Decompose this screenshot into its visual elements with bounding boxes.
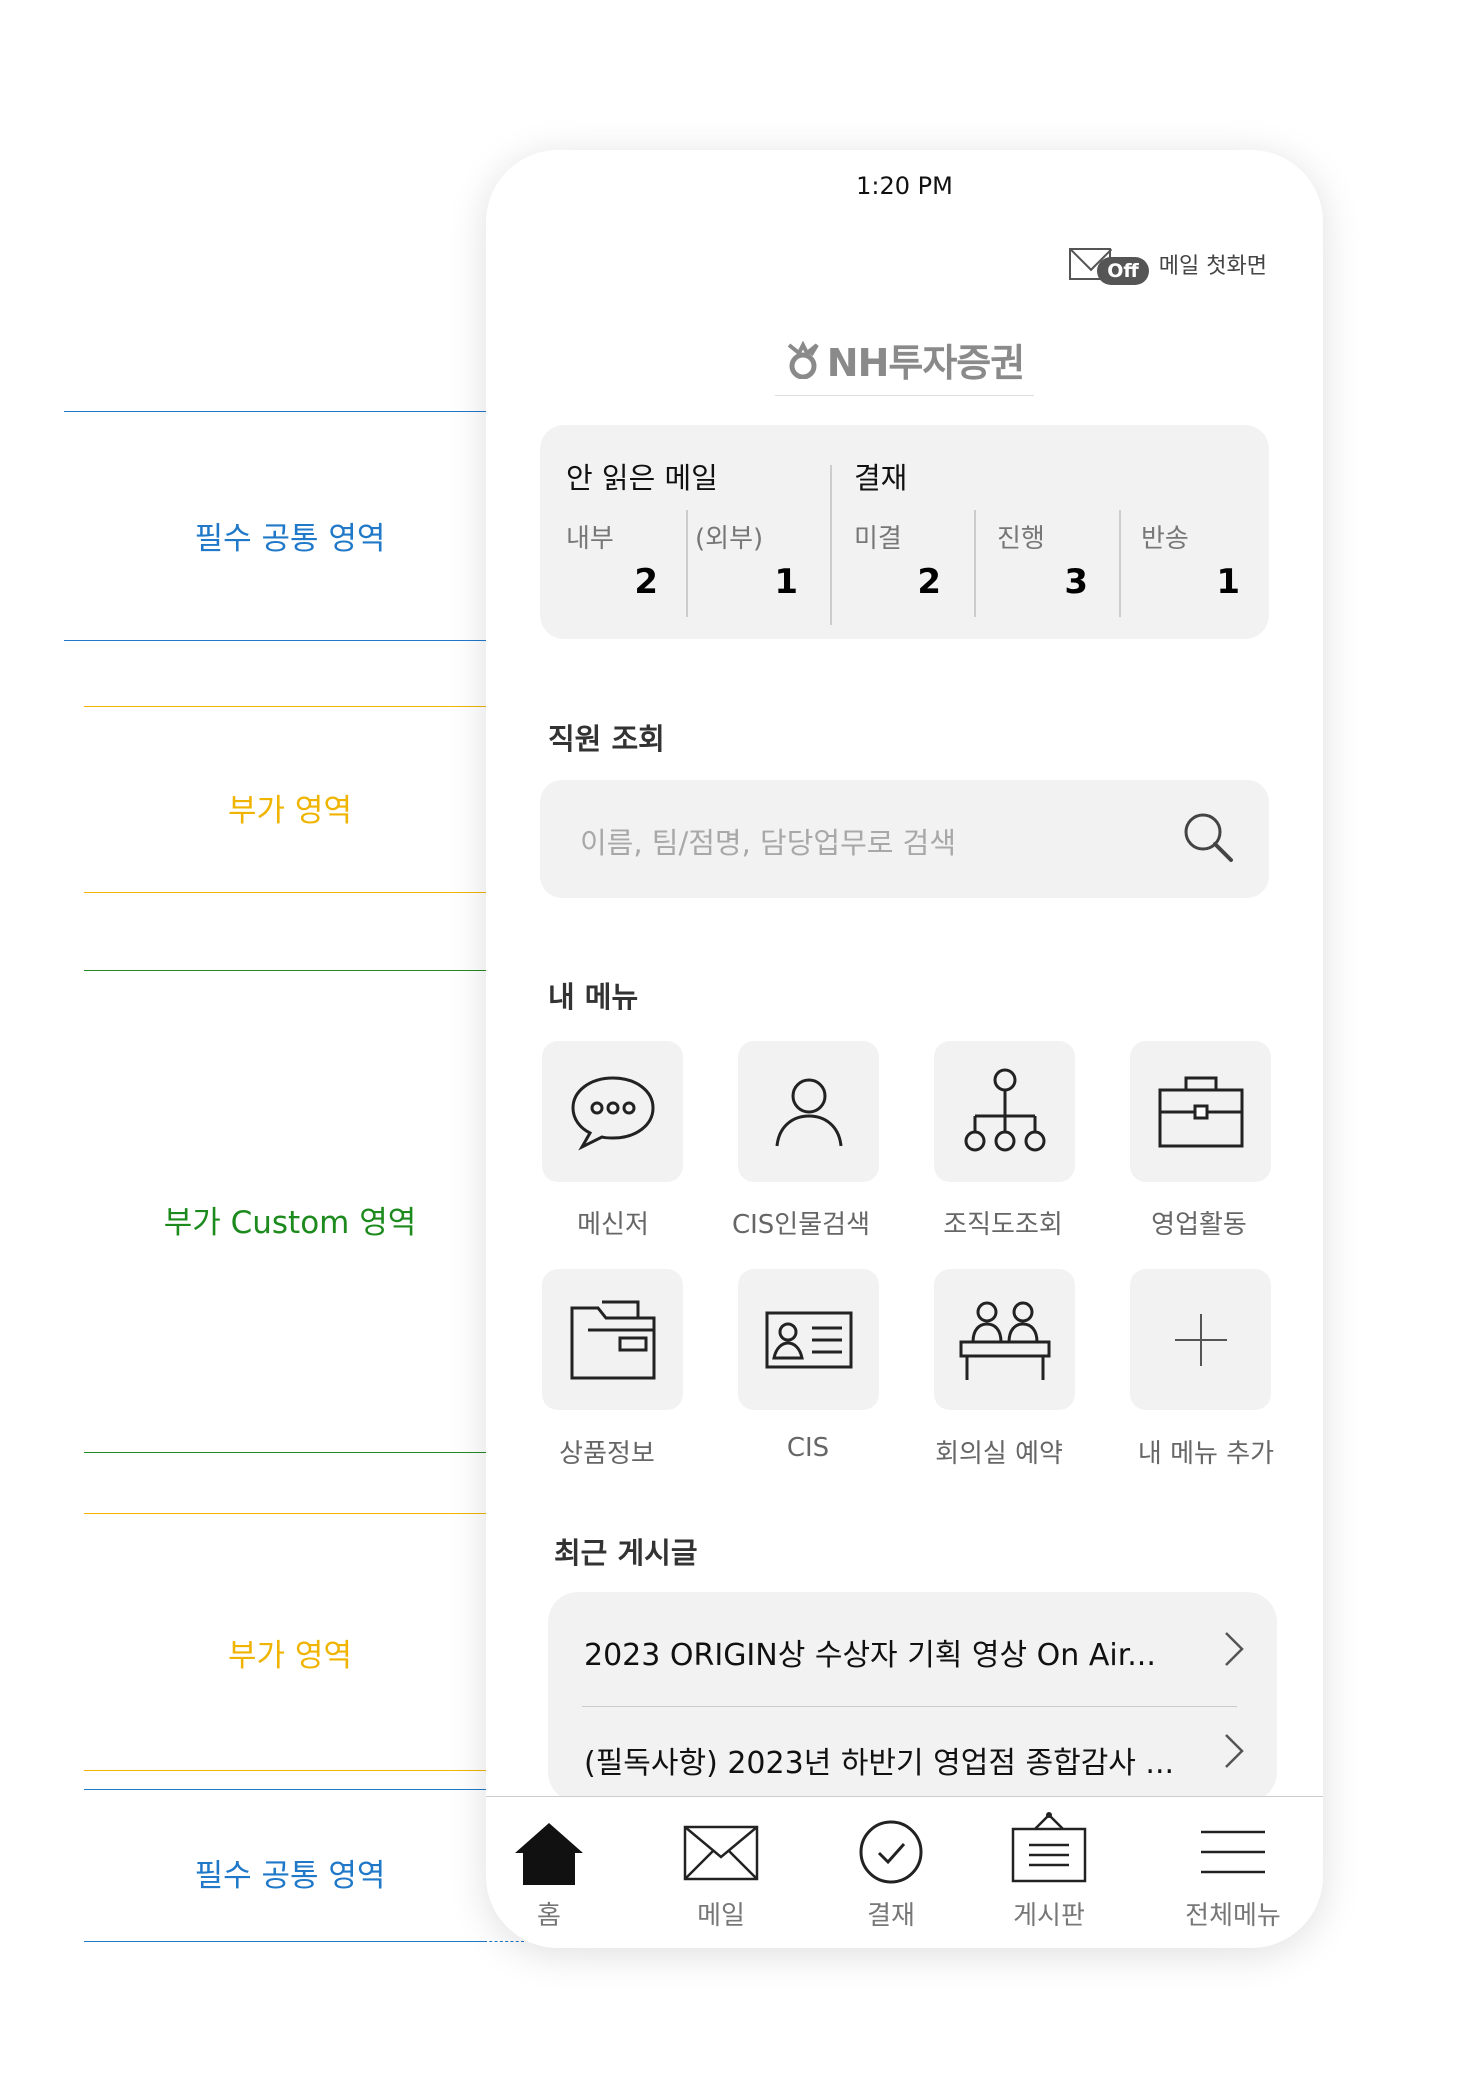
menu-messenger[interactable]	[542, 1041, 683, 1182]
mail-icon	[683, 1825, 759, 1881]
divider	[1119, 510, 1121, 617]
returned-label: 반송	[1141, 524, 1189, 554]
in-progress-count: 3	[1064, 562, 1088, 602]
tab-mail-label: 메일	[697, 1901, 745, 1931]
annotation-additional-custom: 부가 Custom 영역	[163, 1205, 417, 1241]
guide-line-required-bottom-end	[84, 1940, 524, 1942]
tab-board[interactable]: 게시판	[974, 1797, 1124, 1948]
guide-line-additional-posts-start	[84, 1512, 524, 1514]
tab-mail[interactable]: 메일	[646, 1797, 796, 1948]
menu-org-chart-label: 조직도조회	[943, 1210, 1063, 1240]
post-title: 2023 ORIGIN상 수상자 기획 영상 On Air...	[584, 1638, 1156, 1673]
menu-product-info[interactable]	[542, 1269, 683, 1410]
external-label: (외부)	[695, 524, 764, 554]
post-divider	[582, 1706, 1237, 1707]
employee-search-title: 직원 조회	[548, 722, 665, 756]
meeting-room-icon	[959, 1301, 1050, 1380]
guide-line-additional-search-start	[84, 705, 524, 707]
divider	[686, 510, 688, 617]
returned-count: 1	[1216, 562, 1240, 602]
summary-card: 안 읽은 메일 결재 내부 2 (외부) 1 미결 2 진행 3 반송 1	[540, 425, 1269, 639]
briefcase-icon	[1158, 1076, 1243, 1147]
bottom-tab-bar: 홈 메일 결재 게시판 전체메뉴	[486, 1796, 1323, 1948]
pending-label: 미결	[854, 524, 902, 554]
menu-sales-activity[interactable]	[1130, 1041, 1271, 1182]
recent-posts-title: 최근 게시글	[554, 1536, 698, 1570]
folder-icon	[570, 1300, 655, 1379]
menu-cis-person-search[interactable]	[738, 1041, 879, 1182]
search-icon[interactable]	[1181, 810, 1237, 866]
guide-line-required-top-start	[64, 410, 524, 412]
mail-first-screen-label: 메일 첫화면	[1158, 254, 1267, 279]
external-count: 1	[774, 562, 798, 602]
internal-label: 내부	[566, 524, 614, 554]
my-menu-title: 내 메뉴	[548, 980, 639, 1014]
guide-line-custom-end	[84, 1451, 524, 1453]
annotation-additional-posts: 부가 영역	[228, 1638, 352, 1674]
company-logo: NH투자증권	[486, 332, 1323, 396]
home-icon	[515, 1823, 583, 1885]
tab-board-label: 게시판	[1013, 1901, 1085, 1931]
chevron-right-icon	[1225, 1632, 1244, 1666]
menu-meeting-room-reservation[interactable]	[934, 1269, 1075, 1410]
nh-logo-icon	[787, 340, 819, 379]
tab-home[interactable]: 홈	[486, 1797, 624, 1948]
plus-icon	[1174, 1313, 1227, 1366]
approval-title: 결재	[854, 461, 908, 495]
unread-mail-title: 안 읽은 메일	[566, 461, 718, 495]
menu-sales-activity-label: 영업활동	[1151, 1210, 1247, 1240]
approval-check-icon	[859, 1820, 923, 1884]
annotation-required-common-top: 필수 공통 영역	[194, 521, 386, 557]
menu-cis-person-search-label: CIS인물검색	[731, 1210, 870, 1240]
board-icon	[1011, 1812, 1087, 1883]
chevron-right-icon	[1225, 1734, 1244, 1768]
pending-count: 2	[917, 562, 941, 602]
menu-product-info-label: 상품정보	[559, 1439, 655, 1469]
internal-count: 2	[634, 562, 658, 602]
menu-add-my-menu-label: 내 메뉴 추가	[1137, 1439, 1275, 1469]
divider	[974, 510, 976, 617]
annotation-additional-search: 부가 영역	[228, 793, 352, 829]
post-title: (필독사항) 2023년 하반기 영업점 종합감사 ...	[584, 1746, 1175, 1781]
phone-frame: 1:20 PM Off 메일 첫화면 NH투자증권 안 읽은 메일 결재 내부 …	[486, 150, 1323, 1948]
hamburger-menu-icon	[1201, 1830, 1265, 1874]
tab-all-menu[interactable]: 전체메뉴	[1158, 1797, 1308, 1948]
recent-posts-list: 2023 ORIGIN상 수상자 기획 영상 On Air... (필독사항) …	[548, 1592, 1277, 1802]
menu-messenger-label: 메신저	[577, 1210, 649, 1240]
divider	[830, 465, 832, 625]
search-placeholder: 이름, 팀/점명, 담당업무로 검색	[580, 826, 957, 860]
menu-org-chart[interactable]	[934, 1041, 1075, 1182]
annotation-required-common-bottom: 필수 공통 영역	[194, 1858, 386, 1894]
menu-cis[interactable]	[738, 1269, 879, 1410]
status-bar-time: 1:20 PM	[856, 172, 953, 200]
toggle-off-badge: Off	[1097, 257, 1149, 285]
guide-line-additional-posts-end	[84, 1769, 524, 1771]
guide-line-additional-search-end	[84, 891, 524, 893]
guide-line-custom-start	[84, 969, 524, 971]
id-card-icon	[765, 1311, 852, 1368]
tab-approval[interactable]: 결재	[816, 1797, 966, 1948]
messenger-icon	[570, 1075, 655, 1151]
guide-line-required-bottom-start	[84, 1788, 524, 1790]
menu-cis-label: CIS	[786, 1433, 830, 1463]
tab-home-label: 홈	[537, 1901, 561, 1931]
menu-add-my-menu[interactable]	[1130, 1269, 1271, 1410]
menu-meeting-room-reservation-label: 회의실 예약	[935, 1439, 1063, 1469]
mail-first-screen-toggle[interactable]: Off 메일 첫화면	[1069, 244, 1267, 285]
logo-text: NH투자증권	[826, 341, 1025, 385]
org-chart-icon	[964, 1068, 1045, 1151]
person-icon	[775, 1078, 842, 1146]
employee-search-input[interactable]: 이름, 팀/점명, 담당업무로 검색	[540, 780, 1269, 898]
guide-line-required-top-end	[64, 639, 524, 641]
tab-all-menu-label: 전체메뉴	[1185, 1901, 1281, 1931]
tab-approval-label: 결재	[867, 1901, 915, 1931]
in-progress-label: 진행	[997, 524, 1045, 554]
